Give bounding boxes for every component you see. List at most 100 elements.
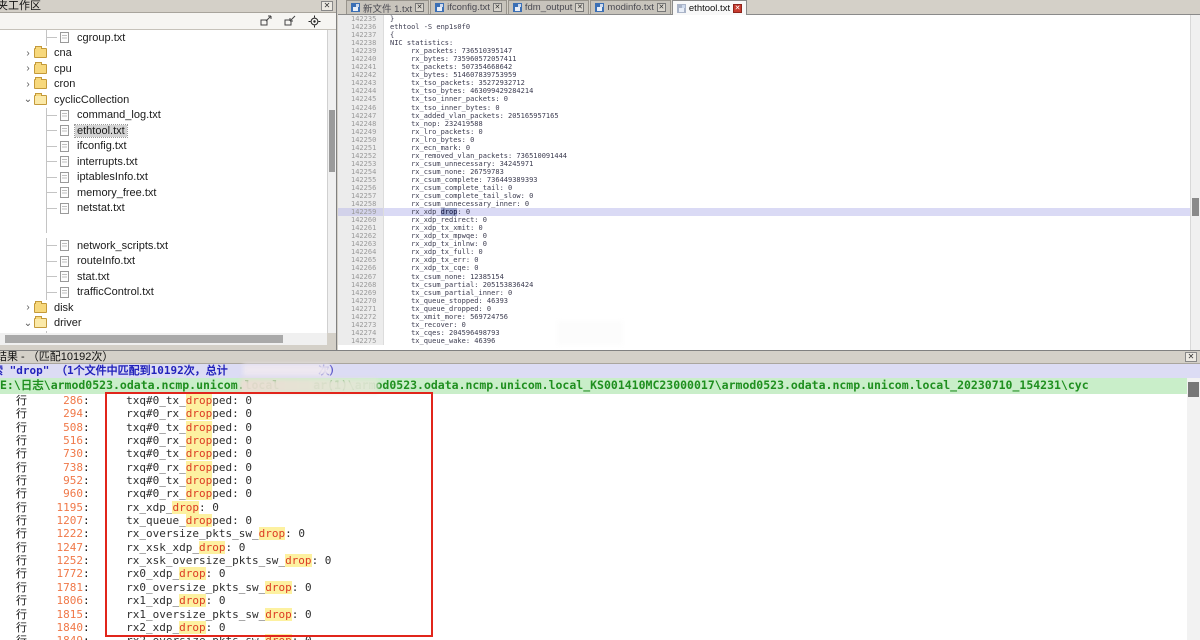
result-row[interactable]: 行1207: tx_queue_dropped: 0 xyxy=(0,514,1187,527)
tab-modinfo.txt[interactable]: modinfo.txt✕ xyxy=(590,0,670,14)
line-number: 142260 xyxy=(338,216,384,224)
line-number: 142258 xyxy=(338,200,384,208)
result-row[interactable]: 行1815: rx1_oversize_pkts_sw_drop: 0 xyxy=(0,608,1187,621)
chevron-right-icon[interactable]: › xyxy=(22,63,34,74)
line-number: 142261 xyxy=(338,224,384,232)
result-file-path[interactable]: E:\日志\armod0523.odata.ncmp.unicom.locala… xyxy=(0,378,1200,394)
sidebar-folder-disk[interactable]: ›disk xyxy=(0,300,327,316)
result-row[interactable]: 行952: txq#0_tx_dropped: 0 xyxy=(0,474,1187,487)
chevron-right-icon[interactable]: › xyxy=(22,302,34,313)
sidebar-item-netstat-txt[interactable]: netstat.txt xyxy=(0,201,327,217)
result-row[interactable]: 行294: rxq#0_rx_dropped: 0 xyxy=(0,407,1187,420)
tab-新文件 1.txt[interactable]: 新文件 1.txt✕ xyxy=(346,0,429,14)
result-row[interactable]: 行1849: rx2_oversize_pkts_sw_drop: 0 xyxy=(0,634,1187,640)
tree-horizontal-scrollbar[interactable] xyxy=(0,333,327,345)
editor-text-area[interactable]: 142235}142236ethtool -S enp1s0f0142237{1… xyxy=(338,15,1200,350)
code-line: 142271 tx_queue_dropped: 0 xyxy=(338,305,1190,313)
scrollbar-thumb[interactable] xyxy=(1192,198,1199,216)
result-row[interactable]: 行1252: rx_xsk_oversize_pkts_sw_drop: 0 xyxy=(0,554,1187,567)
result-row[interactable]: 行286: txq#0_tx_dropped: 0 xyxy=(0,394,1187,407)
match-highlight: drop xyxy=(285,554,312,567)
sidebar-item-memory_free-txt[interactable]: memory_free.txt xyxy=(0,185,327,201)
result-row[interactable]: 行1806: rx1_xdp_drop: 0 xyxy=(0,594,1187,607)
scrollbar-thumb[interactable] xyxy=(1188,382,1199,397)
sidebar-item-interrupts-txt[interactable]: interrupts.txt xyxy=(0,154,327,170)
tab-close-icon[interactable]: ✕ xyxy=(657,3,666,12)
tab-close-icon[interactable]: ✕ xyxy=(493,3,502,12)
code-line: 142259 rx_xdp_drop: 0 xyxy=(338,208,1190,216)
result-row[interactable]: 行960: rxq#0_rx_dropped: 0 xyxy=(0,487,1187,500)
sidebar-folder-cyclicCollection[interactable]: ⌄cyclicCollection xyxy=(0,92,327,108)
sidebar-item-iptablesInfo-txt[interactable]: iptablesInfo.txt xyxy=(0,170,327,186)
search-summary: 索 "drop" （1个文件中匹配到10192次，总计 次） xyxy=(0,364,1200,378)
result-row[interactable]: 行1840: rx2_xdp_drop: 0 xyxy=(0,621,1187,634)
sidebar-item-ethtool-txt[interactable]: ethtool.txt xyxy=(0,123,327,139)
row-label: 行 xyxy=(16,475,27,488)
sidebar-folder-cpu[interactable]: ›cpu xyxy=(0,61,327,77)
line-number: 142251 xyxy=(338,144,384,152)
result-row[interactable]: 行508: txq#0_tx_dropped: 0 xyxy=(0,421,1187,434)
chevron-down-icon[interactable]: ⌄ xyxy=(22,94,34,105)
colon: : xyxy=(83,501,90,514)
editor-vertical-scrollbar[interactable] xyxy=(1190,15,1200,350)
sidebar-item-command_log-txt[interactable]: command_log.txt xyxy=(0,108,327,124)
scrollbar-thumb[interactable] xyxy=(329,110,335,172)
match-highlight: drop xyxy=(186,447,213,460)
sidebar-item-ifconfig-txt[interactable]: ifconfig.txt xyxy=(0,139,327,155)
colon: : xyxy=(83,461,90,474)
result-row[interactable]: 行1772: rx0_xdp_drop: 0 xyxy=(0,567,1187,580)
code-text: tx_cqes: 204596498793 xyxy=(384,329,1190,337)
result-row[interactable]: 行1195: rx_xdp_drop: 0 xyxy=(0,501,1187,514)
tab-ifconfig.txt[interactable]: ifconfig.txt✕ xyxy=(430,0,507,14)
scrollbar-thumb[interactable] xyxy=(5,335,283,343)
row-label: 行 xyxy=(16,528,27,541)
tab-close-icon[interactable]: ✕ xyxy=(575,3,584,12)
results-header: 结果 - （匹配10192次） ✕ xyxy=(0,351,1200,364)
result-row[interactable]: 行1222: rx_oversize_pkts_sw_drop: 0 xyxy=(0,527,1187,540)
match-highlight: drop xyxy=(186,394,213,407)
tab-label: ethtool.txt xyxy=(689,3,730,14)
sidebar-item-stat-txt[interactable]: stat.txt xyxy=(0,269,327,285)
sidebar-item-cgroup-txt[interactable]: cgroup.txt xyxy=(0,30,327,46)
workspace-titlebar: 夹工作区 ✕ xyxy=(0,0,336,13)
chevron-down-icon[interactable]: ⌄ xyxy=(22,318,34,329)
result-line-number: 516 xyxy=(27,434,83,447)
tab-ethtool.txt[interactable]: ethtool.txt✕ xyxy=(672,0,747,15)
tab-close-icon[interactable]: ✕ xyxy=(733,4,742,13)
tree-gap xyxy=(0,216,327,238)
tree-vertical-scrollbar[interactable] xyxy=(327,30,336,333)
line-number: 142256 xyxy=(338,184,384,192)
sidebar-item-routeInfo-txt[interactable]: routeInfo.txt xyxy=(0,254,327,270)
workspace-close-icon[interactable]: ✕ xyxy=(321,1,333,11)
result-row[interactable]: 行730: txq#0_tx_dropped: 0 xyxy=(0,447,1187,460)
editor-pane: 新文件 1.txt✕ifconfig.txt✕fdm_output✕modinf… xyxy=(338,0,1200,350)
tab-close-icon[interactable]: ✕ xyxy=(415,3,424,12)
sidebar-folder-driver[interactable]: ⌄driver xyxy=(0,316,327,332)
code-text: rx_xdp_tx_xmit: 0 xyxy=(384,224,1190,232)
match-highlight: drop xyxy=(186,487,213,500)
row-label: 行 xyxy=(16,582,27,595)
tab-fdm_output[interactable]: fdm_output✕ xyxy=(508,0,590,14)
tree-item-label: stat.txt xyxy=(75,271,111,283)
results-close-icon[interactable]: ✕ xyxy=(1185,352,1197,362)
expand-icon[interactable] xyxy=(260,15,274,27)
collapse-icon[interactable] xyxy=(284,15,298,27)
result-row[interactable]: 行1247: rx_xsk_xdp_drop: 0 xyxy=(0,541,1187,554)
file-tree[interactable]: cgroup.txt›cna›cpu›cron⌄cyclicCollection… xyxy=(0,30,327,333)
results-vertical-scrollbar[interactable] xyxy=(1187,378,1200,640)
folder-icon xyxy=(34,303,47,313)
file-icon xyxy=(60,110,69,121)
result-row[interactable]: 行1781: rx0_oversize_pkts_sw_drop: 0 xyxy=(0,581,1187,594)
chevron-right-icon[interactable]: › xyxy=(22,79,34,90)
sidebar-folder-cna[interactable]: ›cna xyxy=(0,46,327,62)
locate-icon[interactable] xyxy=(308,15,322,27)
result-row[interactable]: 行516: rxq#0_rx_dropped: 0 xyxy=(0,434,1187,447)
sidebar-folder-cron[interactable]: ›cron xyxy=(0,77,327,93)
sidebar-item-trafficControl-txt[interactable]: trafficControl.txt xyxy=(0,285,327,301)
result-row[interactable]: 行738: rxq#0_rx_dropped: 0 xyxy=(0,461,1187,474)
chevron-right-icon[interactable]: › xyxy=(22,48,34,59)
colon: : xyxy=(83,514,90,527)
match-highlight: drop xyxy=(199,541,226,554)
code-line: 142236ethtool -S enp1s0f0 xyxy=(338,23,1190,31)
sidebar-item-network_scripts-txt[interactable]: network_scripts.txt xyxy=(0,238,327,254)
